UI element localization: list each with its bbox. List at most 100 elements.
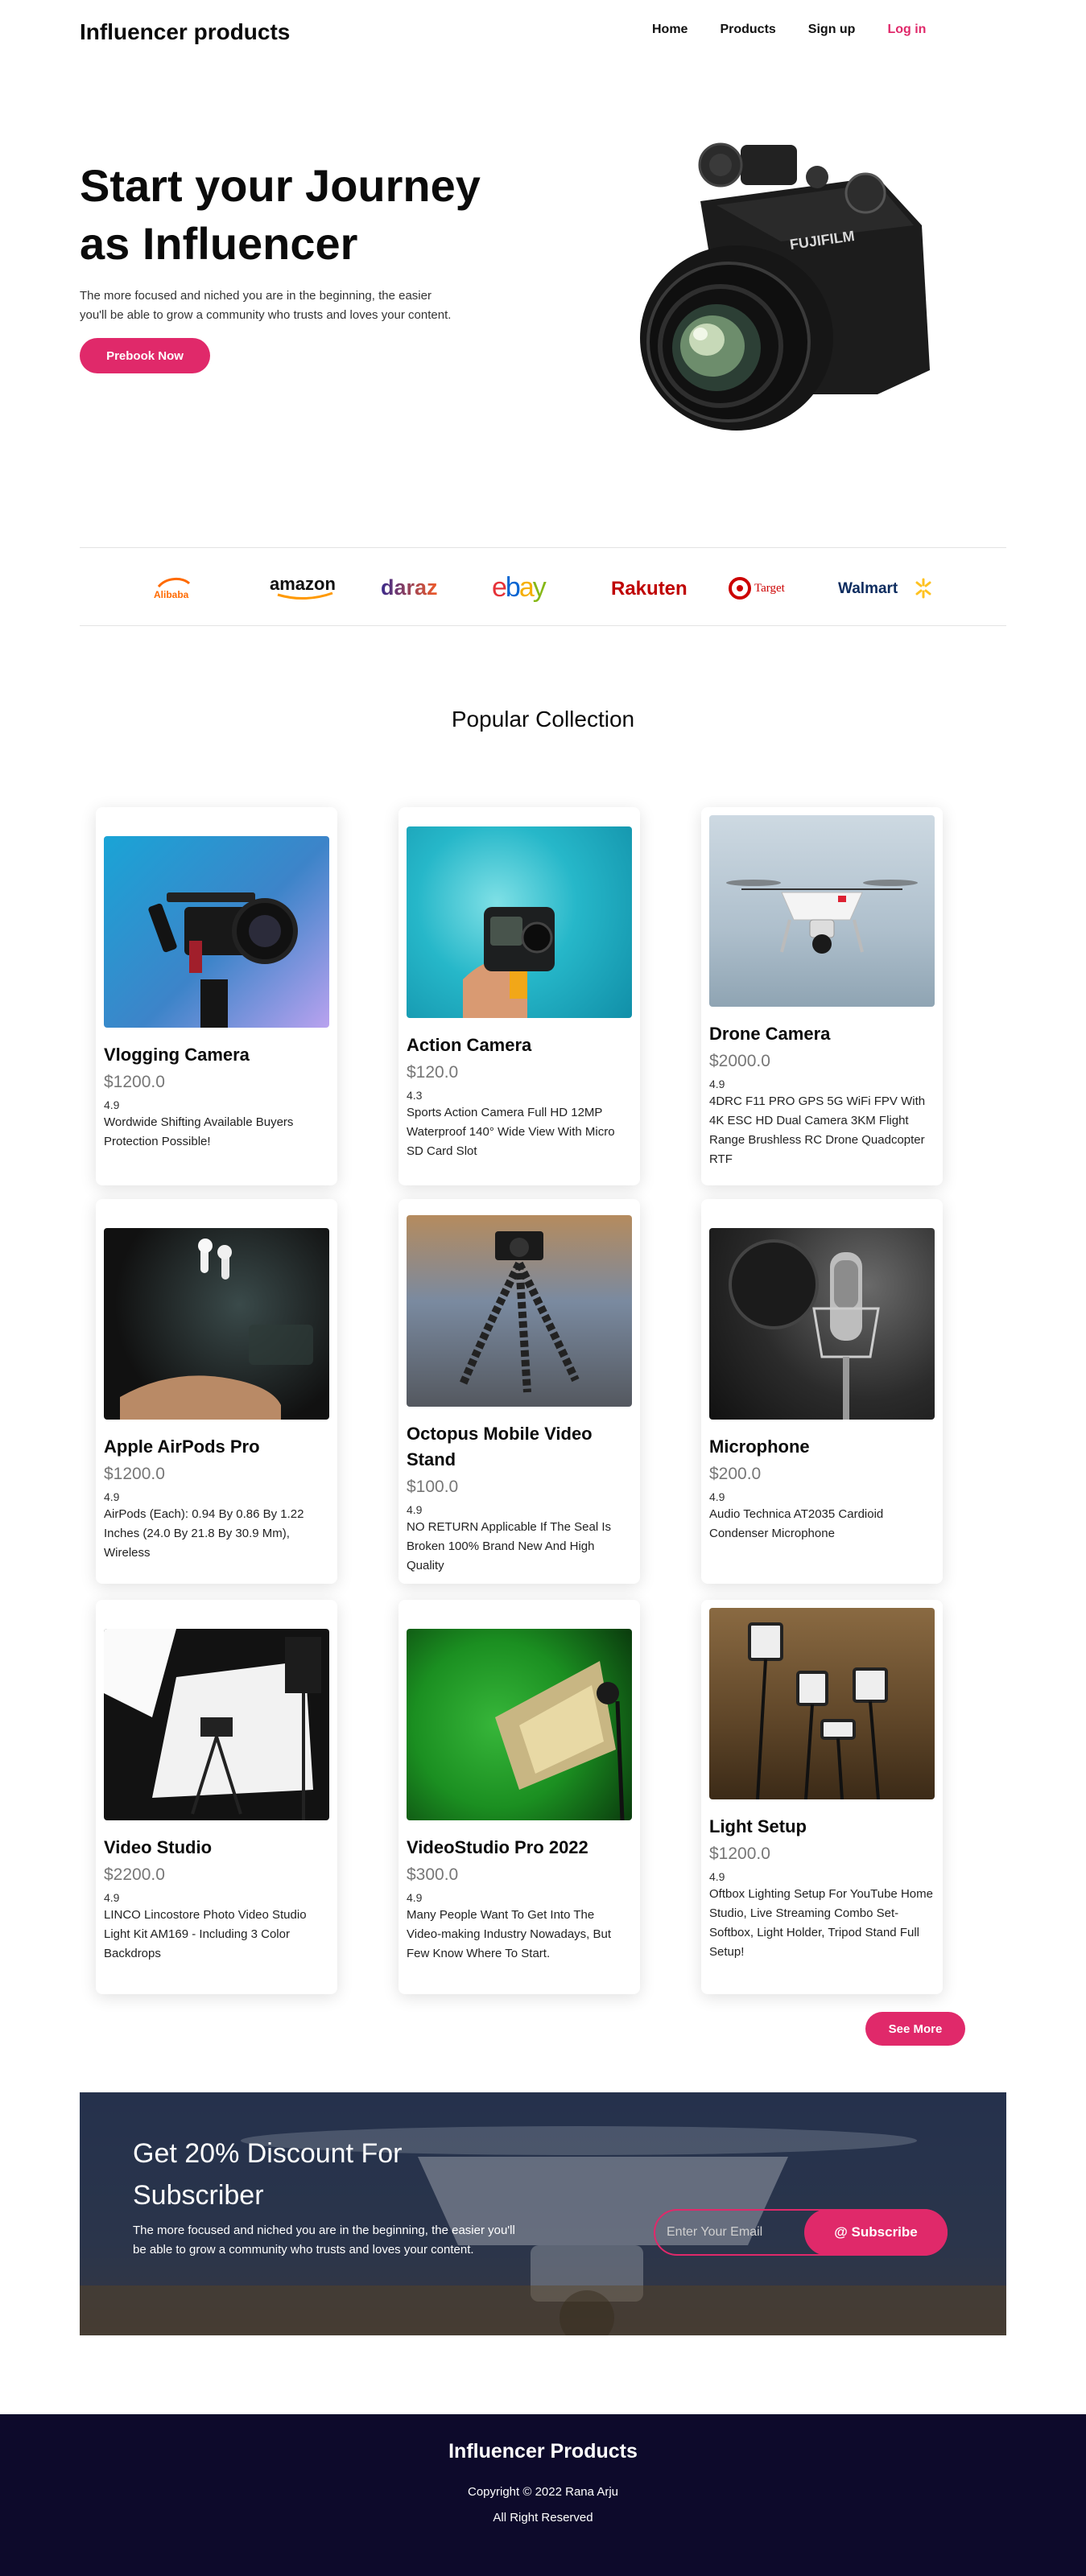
subscribe-title-line-2: Subscriber bbox=[133, 2180, 264, 2211]
product-card[interactable]: Apple AirPods Pro $1200.0 4.9 AirPods (E… bbox=[96, 1199, 337, 1584]
footer-rights: All Right Reserved bbox=[493, 2511, 593, 2524]
drone-icon bbox=[726, 880, 918, 954]
product-image bbox=[709, 1608, 935, 1799]
product-rating: 4.9 bbox=[104, 1490, 120, 1503]
subscribe-description-line-2: be able to grow a community who trusts a… bbox=[133, 2243, 474, 2257]
product-price: $100.0 bbox=[407, 1478, 459, 1496]
rakuten-icon: Rakuten bbox=[611, 578, 688, 600]
product-description: Oftbox Lighting Setup For YouTube Home S… bbox=[709, 1887, 933, 1959]
product-image bbox=[104, 836, 329, 1028]
target-logo[interactable]: Target bbox=[729, 574, 801, 603]
product-description: AirPods (Each): 0.94 By 0.86 By 1.22 Inc… bbox=[104, 1507, 304, 1560]
product-price: $2000.0 bbox=[709, 1052, 770, 1070]
main-menu: Home Products Sign up Log in bbox=[652, 23, 958, 37]
product-description: NO RETURN Applicable If The Seal Is Brok… bbox=[407, 1520, 611, 1572]
microphone-icon bbox=[729, 1239, 880, 1420]
green-screen-softbox-icon bbox=[495, 1661, 625, 1820]
product-card[interactable]: VideoStudio Pro 2022 $300.0 4.9 Many Peo… bbox=[398, 1600, 640, 1994]
product-rating: 4.9 bbox=[407, 1503, 423, 1516]
hero-description-line-2: you'll be able to grow a community who t… bbox=[80, 308, 452, 322]
walmart-icon: Walmart bbox=[838, 578, 931, 599]
airpods-icon bbox=[120, 1239, 313, 1420]
product-name: Video Studio bbox=[104, 1837, 213, 1857]
product-name: Octopus Mobile Video Stand bbox=[407, 1424, 593, 1469]
product-image bbox=[407, 1629, 632, 1820]
subscribe-description: The more focused and niched you are in t… bbox=[133, 2221, 600, 2260]
daraz-icon: daraz bbox=[381, 575, 438, 600]
product-description: 4DRC F11 PRO GPS 5G WiFi FPV With 4K ESC… bbox=[709, 1094, 926, 1166]
alibaba-icon: Alibaba bbox=[154, 578, 191, 600]
product-name: Apple AirPods Pro bbox=[104, 1436, 260, 1457]
walmart-wordmark: Walmart bbox=[838, 580, 898, 597]
product-name: VideoStudio Pro 2022 bbox=[407, 1837, 588, 1857]
product-price: $2200.0 bbox=[104, 1865, 165, 1884]
footer-copyright: Copyright © 2022 Rana Arju bbox=[468, 2485, 618, 2499]
product-price: $200.0 bbox=[709, 1465, 762, 1483]
hero-description-line-1: The more focused and niched you are in t… bbox=[80, 289, 432, 303]
product-image bbox=[709, 1228, 935, 1420]
product-name: Action Camera bbox=[407, 1035, 532, 1055]
product-description: Many People Want To Get Into The Video-m… bbox=[407, 1908, 612, 1960]
nav-signup-link[interactable]: Sign up bbox=[808, 23, 856, 37]
video-studio-icon bbox=[104, 1629, 321, 1820]
email-input[interactable] bbox=[667, 2211, 811, 2254]
product-rating: 4.9 bbox=[407, 1891, 423, 1904]
hero-title: Start your Journey as Influencer bbox=[80, 157, 579, 273]
product-card[interactable]: Octopus Mobile Video Stand $100.0 4.9 NO… bbox=[398, 1199, 640, 1584]
product-card[interactable]: Vlogging Camera $1200.0 4.9 Wordwide Shi… bbox=[96, 807, 337, 1185]
product-card[interactable]: Drone Camera $2000.0 4.9 4DRC F11 PRO GP… bbox=[701, 807, 943, 1185]
partner-brands-strip: Alibaba amazon daraz ebay Rakuten Target… bbox=[80, 547, 1006, 626]
top-nav: Influencer products Home Products Sign u… bbox=[0, 0, 1086, 64]
alibaba-wordmark: Alibaba bbox=[154, 589, 189, 600]
subscribe-button[interactable]: @ Subscribe bbox=[804, 2209, 948, 2256]
product-description: Sports Action Camera Full HD 12MP Waterp… bbox=[407, 1106, 615, 1158]
alibaba-logo[interactable]: Alibaba bbox=[152, 574, 200, 603]
prebook-now-button[interactable]: Prebook Now bbox=[80, 338, 210, 373]
vlogging-camera-icon bbox=[148, 892, 298, 1028]
footer-brand: Influencer Products bbox=[448, 2440, 638, 2463]
octopus-tripod-icon bbox=[459, 1231, 580, 1393]
ebay-icon: ebay bbox=[492, 572, 548, 603]
product-rating: 4.9 bbox=[104, 1098, 120, 1111]
nav-home-link[interactable]: Home bbox=[652, 23, 688, 37]
product-image bbox=[407, 826, 632, 1018]
daraz-logo[interactable]: daraz bbox=[378, 574, 458, 603]
subscribe-banner: Get 20% Discount For Subscriber The more… bbox=[80, 2092, 1006, 2335]
product-name: Drone Camera bbox=[709, 1024, 831, 1044]
camera-lens bbox=[640, 245, 833, 431]
product-card[interactable]: Light Setup $1200.0 4.9 Oftbox Lighting … bbox=[701, 1600, 943, 1994]
product-card[interactable]: Action Camera $120.0 4.3 Sports Action C… bbox=[398, 807, 640, 1185]
camera-image: FUJIFILM bbox=[640, 142, 930, 431]
product-image bbox=[709, 815, 935, 1007]
ebay-wordmark: ebay bbox=[492, 572, 547, 603]
target-icon: Target bbox=[729, 577, 786, 600]
target-wordmark: Target bbox=[754, 582, 786, 595]
subscribe-description-line-1: The more focused and niched you are in t… bbox=[133, 2224, 515, 2237]
rakuten-logo[interactable]: Rakuten bbox=[609, 574, 698, 603]
site-brand[interactable]: Influencer products bbox=[80, 19, 290, 45]
daraz-wordmark: daraz bbox=[381, 575, 438, 600]
product-price: $300.0 bbox=[407, 1865, 459, 1884]
amazon-wordmark: amazon bbox=[270, 574, 336, 594]
product-card[interactable]: Microphone $200.0 4.9 Audio Technica AT2… bbox=[701, 1199, 943, 1584]
product-image bbox=[407, 1215, 632, 1407]
amazon-icon: amazon bbox=[270, 574, 336, 600]
product-card[interactable]: Video Studio $2200.0 4.9 LINCO Lincostor… bbox=[96, 1600, 337, 1994]
site-footer: Influencer Products Copyright © 2022 Ran… bbox=[0, 2414, 1086, 2576]
hero-title-line-1: Start your Journey bbox=[80, 160, 481, 211]
action-camera-icon bbox=[463, 907, 555, 1018]
product-price: $1200.0 bbox=[104, 1465, 165, 1483]
walmart-logo[interactable]: Walmart bbox=[836, 574, 936, 603]
amazon-logo[interactable]: amazon bbox=[266, 574, 347, 603]
nav-products-link[interactable]: Products bbox=[720, 23, 775, 37]
see-more-button[interactable]: See More bbox=[865, 2012, 965, 2046]
subscribe-title: Get 20% Discount For Subscriber bbox=[133, 2133, 471, 2216]
product-description: LINCO Lincostore Photo Video Studio Ligh… bbox=[104, 1908, 307, 1960]
popular-collection-title: Popular Collection bbox=[451, 707, 635, 732]
product-price: $1200.0 bbox=[709, 1844, 770, 1863]
product-rating: 4.9 bbox=[709, 1078, 725, 1090]
ebay-logo[interactable]: ebay bbox=[490, 572, 579, 603]
nav-login-link[interactable]: Log in bbox=[887, 23, 926, 37]
subscribe-form: @ Subscribe bbox=[654, 2209, 948, 2256]
hero-title-line-2: as Influencer bbox=[80, 218, 358, 269]
